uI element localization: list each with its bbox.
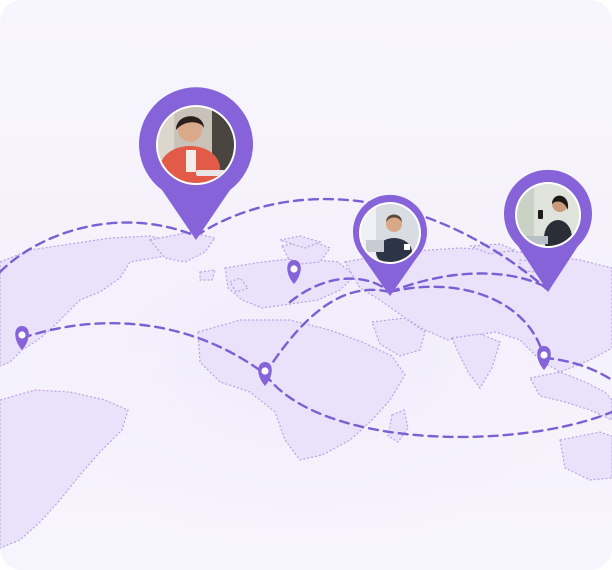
avatar-pin-1[interactable] [139, 87, 253, 241]
world-map-card [0, 0, 612, 570]
world-map [0, 87, 612, 570]
